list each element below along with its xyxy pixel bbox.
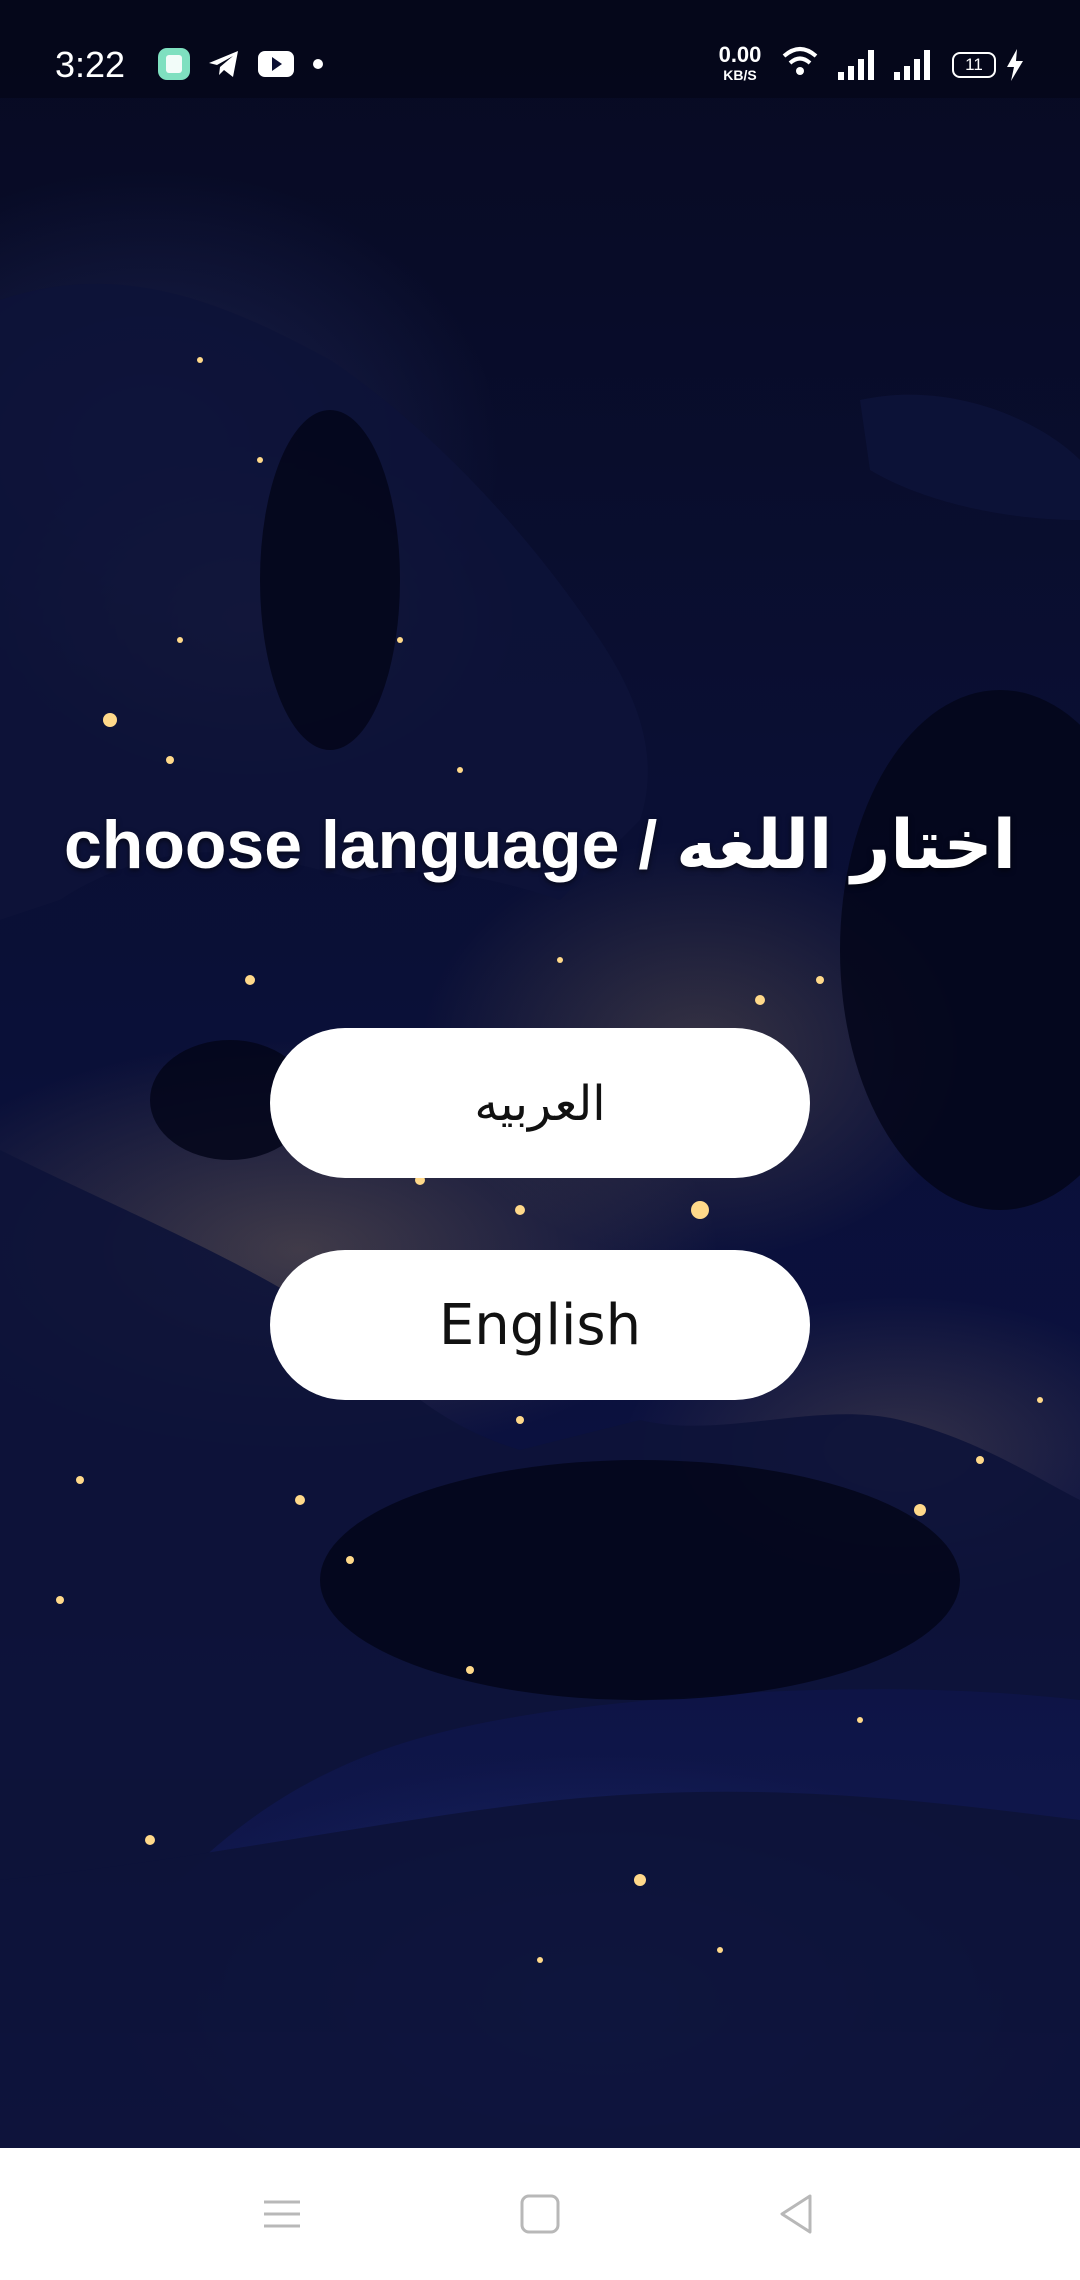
telegram-icon (209, 51, 238, 77)
wifi-icon (782, 47, 818, 75)
home-icon[interactable] (514, 2188, 566, 2240)
network-speed: 0.00 KB/S (710, 42, 770, 83)
arabic-language-button[interactable]: العربيه (270, 1028, 810, 1178)
network-speed-unit: KB/S (723, 67, 757, 83)
menu-icon[interactable] (256, 2188, 308, 2240)
youtube-icon (258, 51, 294, 77)
status-time: 3:22 (55, 44, 126, 85)
more-notifications-dot-icon (313, 59, 323, 69)
signal-icon (894, 50, 930, 80)
english-language-button[interactable]: English (270, 1250, 810, 1400)
battery-icon: 11 (952, 52, 996, 78)
charging-icon (1007, 49, 1023, 81)
signal-icon (838, 50, 874, 80)
back-icon[interactable] (770, 2188, 822, 2240)
navigation-bar (0, 2148, 1080, 2280)
page-title: choose language / اختار اللغه (63, 807, 1016, 883)
network-speed-value: 0.00 (718, 42, 762, 67)
battery-level: 11 (965, 55, 983, 74)
status-bar: 3:22 0.00 KB/S 11 (0, 0, 1080, 98)
app-notification-icon (158, 48, 190, 80)
